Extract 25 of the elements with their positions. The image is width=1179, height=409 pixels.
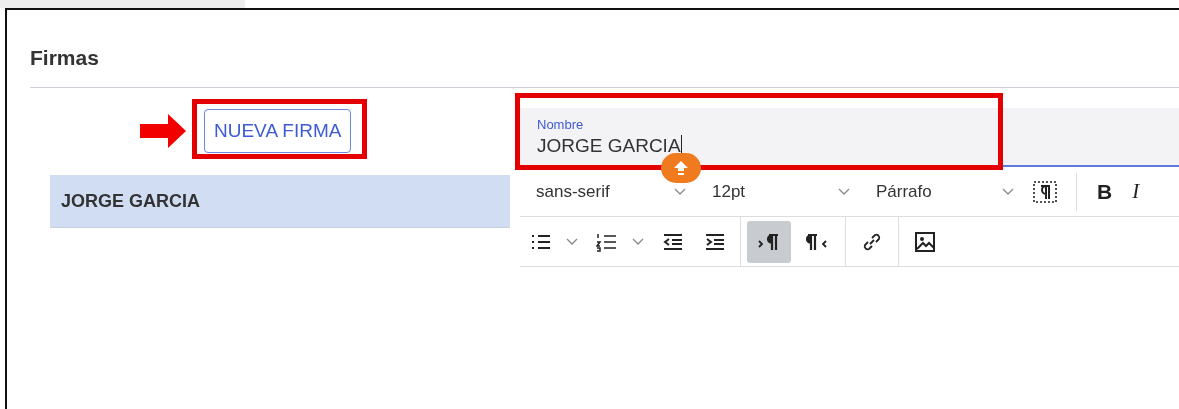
section-title: Firmas (30, 46, 100, 71)
field-label: Nombre (537, 116, 584, 132)
size-select[interactable]: 12pt (694, 181, 834, 202)
format-button[interactable]: B (1087, 179, 1123, 204)
chevron-icon[interactable] (674, 187, 686, 196)
left-to-right-icon (757, 231, 781, 252)
chevron-icon[interactable] (566, 237, 578, 246)
block-select[interactable]: Párrafo (858, 181, 998, 202)
left-to-right-button[interactable] (747, 220, 791, 263)
numbered-list-icon[interactable] (596, 231, 618, 252)
chevron-icon[interactable] (838, 187, 850, 196)
signature-item[interactable]: JORGE GARCIA (50, 175, 510, 228)
new-signature-button[interactable]: NUEVA FIRMA (204, 108, 352, 153)
format-button[interactable]: I (1122, 179, 1150, 204)
show-blocks-icon[interactable] (1032, 178, 1058, 205)
indent-icon[interactable] (704, 231, 726, 252)
name-field[interactable]: Nombre JORGE GARCIA (520, 108, 1179, 167)
arrow-icon (140, 113, 186, 148)
upload-badge[interactable] (661, 153, 701, 183)
font-select[interactable]: sans-serif (520, 181, 670, 202)
image-icon[interactable] (913, 229, 937, 254)
outdent-icon[interactable] (662, 231, 684, 252)
chevron-icon[interactable] (1002, 187, 1014, 196)
right-to-left-icon (805, 231, 829, 252)
chevron-icon[interactable] (632, 237, 644, 246)
